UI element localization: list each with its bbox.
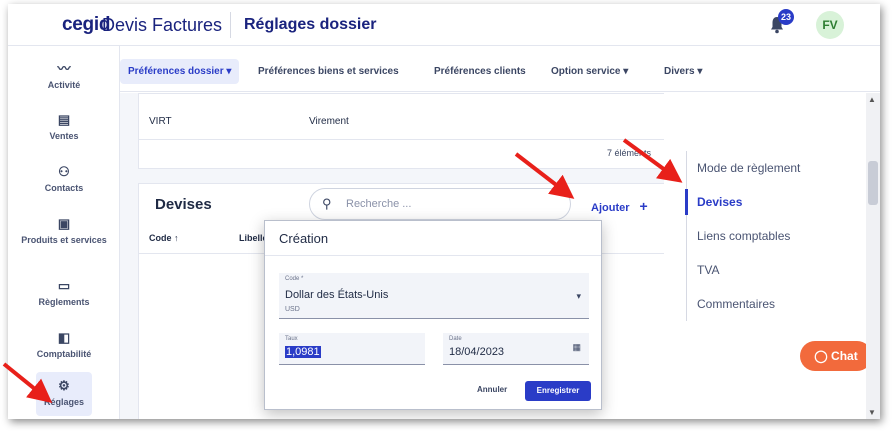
search-icon: ⚲ <box>322 196 332 211</box>
add-label: Ajouter <box>591 202 630 214</box>
field-value: 18/04/2023 <box>449 346 505 358</box>
add-button[interactable]: Ajouter + <box>591 198 648 214</box>
tab-label: Option service <box>551 66 621 77</box>
nav-item-contacts[interactable]: ⚇ Contacts <box>8 164 120 193</box>
sort-up-icon: ↑ <box>174 233 179 243</box>
anchor-devises[interactable]: Devises <box>685 185 856 219</box>
column-code[interactable]: Code ↑ <box>149 233 179 243</box>
tab-preferences-dossier[interactable]: Préférences dossier ▾ <box>120 59 240 84</box>
date-field[interactable]: Date 18/04/2023 ▦ <box>443 333 589 365</box>
anchor-mode-reglement[interactable]: Mode de règlement <box>687 151 856 185</box>
caret-down-icon: ▾ <box>697 66 703 77</box>
settings-tabs: Préférences dossier ▾ Préférences biens … <box>120 56 880 92</box>
nav-label: Comptabilité <box>36 349 92 359</box>
scroll-down-icon[interactable]: ▼ <box>868 408 876 417</box>
field-label: Code * <box>285 276 304 282</box>
section-title: Devises <box>155 196 212 213</box>
nav-label: Règlements <box>38 297 90 307</box>
people-icon: ⚇ <box>58 164 70 179</box>
nav-item-comptabilite[interactable]: ◧ Comptabilité <box>8 330 120 359</box>
anchor-commentaires[interactable]: Commentaires <box>687 287 856 321</box>
column-label: Code <box>149 233 172 243</box>
chat-button[interactable]: ◯ Chat <box>800 341 872 371</box>
box-icon: ▣ <box>57 216 71 231</box>
app-name: Devis Factures <box>102 15 223 35</box>
field-value: 1,0981 <box>285 346 321 358</box>
row-code: VIRT <box>149 116 172 127</box>
field-label: Taux <box>285 336 298 342</box>
scrollbar-thumb[interactable] <box>868 161 878 205</box>
field-subvalue: USD <box>285 306 300 313</box>
calendar-icon[interactable]: ▦ <box>572 342 581 353</box>
search-input[interactable]: ⚲ Recherche ... <box>309 188 571 220</box>
title-divider <box>230 12 231 38</box>
document-icon: ▤ <box>57 112 71 127</box>
chat-bubble-icon: ◯ <box>814 349 832 363</box>
table-row[interactable]: VIRT Virement <box>139 106 687 140</box>
nav-label: Réglages <box>43 397 85 407</box>
rate-field[interactable]: Taux 1,0981 <box>279 333 425 365</box>
anchor-liens-comptables[interactable]: Liens comptables <box>687 219 856 253</box>
app-window: cegid Devis Factures Réglages dossier 23… <box>8 4 880 419</box>
card-icon: ▭ <box>57 278 71 293</box>
payment-modes-card: VIRT Virement 7 éléments <box>138 93 688 169</box>
dialog-title: Création <box>279 231 329 246</box>
avatar[interactable]: FV <box>816 11 844 39</box>
row-label: Virement <box>309 116 349 127</box>
tab-label: Divers <box>664 66 695 77</box>
nav-item-reglements[interactable]: ▭ Règlements <box>8 278 120 307</box>
left-nav: 〰 Activité ▤ Ventes ⚇ Contacts ▣ Produit… <box>8 46 120 419</box>
nav-item-produits[interactable]: ▣ Produits et services <box>8 216 120 245</box>
scrollbar[interactable]: ▲ ▼ <box>866 93 880 419</box>
gear-icon: ⚙ <box>58 378 70 393</box>
nav-item-reglages[interactable]: ⚙ Réglages <box>36 372 92 416</box>
currency-select[interactable]: Code * Dollar des États-Unis USD ▾ <box>279 273 589 319</box>
field-label: Date <box>449 336 462 342</box>
chat-label: Chat <box>831 349 858 363</box>
dialog-divider <box>265 255 601 256</box>
nav-label: Ventes <box>49 131 79 141</box>
search-placeholder: Recherche ... <box>346 198 412 210</box>
scroll-up-icon[interactable]: ▲ <box>868 95 876 104</box>
caret-down-icon: ▾ <box>576 291 581 301</box>
anchor-tva[interactable]: TVA <box>687 253 856 287</box>
page-title: Réglages dossier <box>244 16 377 33</box>
creation-dialog: Création Code * Dollar des États-Unis US… <box>264 220 602 410</box>
activity-icon: 〰 <box>57 61 71 76</box>
item-count: 7 éléments <box>606 148 651 158</box>
tab-divers[interactable]: Divers ▾ <box>664 66 702 77</box>
save-button[interactable]: Enregistrer <box>525 381 591 401</box>
section-anchors: Mode de règlement Devises Liens comptabl… <box>685 151 856 321</box>
nav-label: Produits et services <box>21 235 107 245</box>
top-bar: cegid Devis Factures Réglages dossier 23… <box>8 4 880 46</box>
nav-item-activite[interactable]: 〰 Activité <box>8 58 120 90</box>
right-panel: Mode de règlement Devises Liens comptabl… <box>664 93 880 419</box>
notification-badge: 23 <box>778 9 794 25</box>
nav-item-ventes[interactable]: ▤ Ventes <box>8 112 120 141</box>
tab-label: Préférences dossier <box>128 66 224 77</box>
tab-preferences-biens[interactable]: Préférences biens et services <box>258 66 399 77</box>
ledger-icon: ◧ <box>57 330 71 345</box>
nav-label: Activité <box>47 80 81 90</box>
caret-down-icon: ▾ <box>623 66 629 77</box>
tab-option-service[interactable]: Option service ▾ <box>551 66 628 77</box>
tab-preferences-clients[interactable]: Préférences clients <box>434 66 526 77</box>
nav-label: Contacts <box>44 183 84 193</box>
plus-icon: + <box>639 198 648 214</box>
cancel-button[interactable]: Annuler <box>477 385 507 394</box>
caret-down-icon: ▾ <box>226 66 232 77</box>
field-value: Dollar des États-Unis <box>285 289 389 301</box>
